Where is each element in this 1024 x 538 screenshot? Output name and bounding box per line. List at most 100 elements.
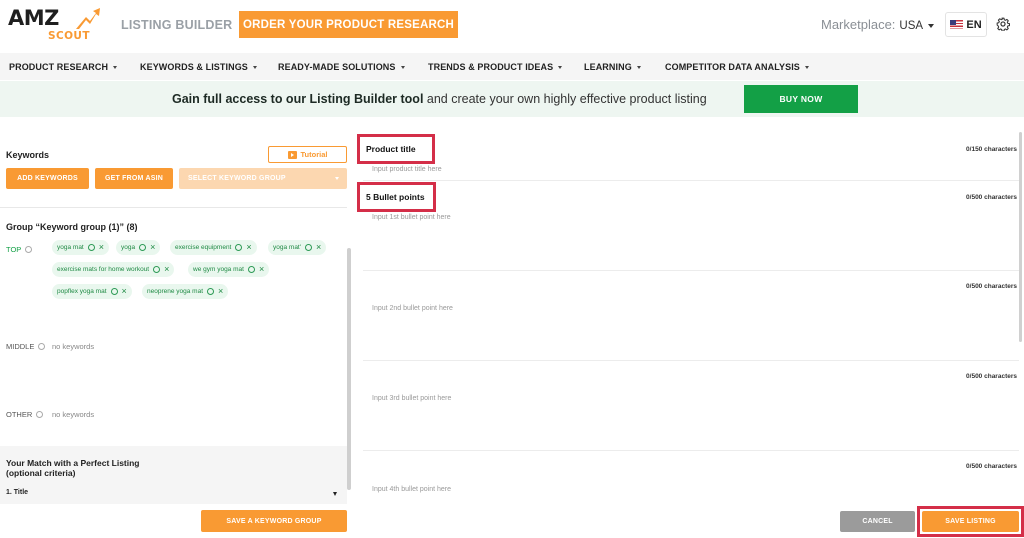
help-icon[interactable] — [247, 266, 255, 273]
us-flag-icon — [950, 20, 964, 29]
keyword-text: exercise mats for home workout — [57, 266, 150, 273]
match-criteria-select[interactable]: 1. Title — [6, 489, 28, 496]
divider — [0, 207, 347, 208]
remove-keyword-icon[interactable]: × — [99, 243, 104, 252]
help-icon[interactable] — [139, 244, 147, 251]
remove-keyword-icon[interactable]: × — [259, 265, 264, 274]
bullet-1-input[interactable]: Input 1st bullet point here — [372, 214, 451, 221]
help-icon[interactable] — [25, 246, 33, 253]
upgrade-banner: Gain full access to our Listing Builder … — [0, 81, 1024, 117]
top-header: AMZ SCOUT LISTING BUILDER ORDER YOUR PRO… — [0, 0, 1024, 52]
remove-keyword-icon[interactable]: × — [316, 243, 321, 252]
chevron-down-icon — [400, 65, 405, 69]
tutorial-label: Tutorial — [300, 150, 328, 159]
keyword-text: yoga — [121, 244, 136, 251]
amzscout-logo[interactable]: AMZ SCOUT — [8, 6, 108, 46]
marketplace-value: USA — [899, 20, 924, 32]
chevron-down-icon — [335, 177, 339, 180]
remove-keyword-icon[interactable]: × — [150, 243, 155, 252]
product-title-counter: 0/150 characters — [966, 146, 1017, 153]
chevron-down-icon — [252, 65, 257, 69]
banner-rest-text: and create your own highly effective pro… — [423, 92, 707, 106]
match-title-line2: (optional criteria) — [6, 468, 76, 478]
chevron-down-icon[interactable] — [333, 492, 337, 496]
middle-no-keywords: no keywords — [52, 342, 95, 351]
divider — [363, 180, 1019, 181]
match-title-line1: Your Match with a Perfect Listing — [6, 458, 140, 468]
bullet-2-input[interactable]: Input 2nd bullet point here — [372, 305, 453, 312]
nav-item-keywords-listings[interactable]: KEYWORDS & LISTINGS — [140, 62, 257, 72]
language-label: EN — [966, 18, 982, 31]
keyword-chip: yoga mat × — [52, 240, 110, 255]
left-scrollbar[interactable] — [347, 248, 351, 490]
banner-text: Gain full access to our Listing Builder … — [172, 92, 707, 106]
nav-label: LEARNING — [584, 61, 632, 72]
keywords-label: Keywords — [6, 150, 50, 160]
chevron-down-icon — [636, 65, 641, 69]
help-icon[interactable] — [207, 288, 215, 295]
remove-keyword-icon[interactable]: × — [218, 287, 223, 296]
help-icon[interactable] — [110, 288, 118, 295]
nav-item-learning[interactable]: LEARNING — [584, 62, 641, 72]
help-icon[interactable] — [153, 266, 161, 273]
bullet-4-counter: 0/500 characters — [966, 463, 1017, 470]
add-keywords-button[interactable]: ADD KEYWORDS — [6, 168, 89, 189]
divider — [363, 450, 1019, 451]
save-keyword-group-button[interactable]: SAVE A KEYWORD GROUP — [201, 510, 347, 532]
help-icon[interactable] — [36, 411, 44, 418]
remove-keyword-icon[interactable]: × — [122, 287, 127, 296]
nav-label: COMPETITOR DATA ANALYSIS — [665, 61, 800, 72]
bullet-1-counter: 0/500 characters — [966, 194, 1017, 201]
language-selector[interactable]: EN — [945, 12, 987, 37]
help-icon[interactable] — [235, 244, 243, 251]
keyword-group-select[interactable]: SELECT KEYWORD GROUP — [179, 168, 347, 189]
cancel-button[interactable]: CANCEL — [840, 511, 915, 532]
help-icon[interactable] — [87, 244, 95, 251]
bullet-4-input[interactable]: Input 4th bullet point here — [372, 486, 451, 493]
right-scrollbar[interactable] — [1019, 132, 1022, 342]
product-title-input[interactable]: Input product title here — [372, 166, 442, 173]
nav-item-product-research[interactable]: PRODUCT RESEARCH — [9, 61, 118, 72]
bullet-3-counter: 0/500 characters — [966, 373, 1017, 380]
nav-label: PRODUCT RESEARCH — [9, 61, 109, 72]
bullet-3-input[interactable]: Input 3rd bullet point here — [372, 395, 451, 402]
main-nav: PRODUCT RESEARCH KEYWORDS & LISTINGS REA… — [0, 53, 1024, 80]
marketplace-selector[interactable]: Marketplace: USA — [821, 17, 935, 32]
order-product-research-button[interactable]: ORDER YOUR PRODUCT RESEARCH — [239, 11, 458, 38]
nav-item-ready-made-solutions[interactable]: READY-MADE SOLUTIONS — [278, 62, 405, 72]
other-keywords-label: OTHER — [6, 410, 44, 419]
keyword-text: popflex yoga mat — [57, 288, 107, 295]
match-criteria-box: Your Match with a Perfect Listing (optio… — [0, 446, 347, 504]
banner-bold-text: Gain full access to our Listing Builder … — [172, 92, 424, 106]
gear-icon[interactable] — [996, 17, 1010, 31]
buy-now-button[interactable]: BUY NOW — [744, 85, 858, 113]
nav-label: TRENDS & PRODUCT IDEAS — [428, 61, 554, 72]
top-label-text: TOP — [6, 245, 22, 254]
bullet-2-counter: 0/500 characters — [966, 283, 1017, 290]
keyword-chip: neoprene yoga mat × — [142, 284, 229, 299]
chevron-down-icon — [928, 23, 935, 28]
keyword-chip: popflex yoga mat × — [52, 284, 132, 299]
logo-arrow-icon — [76, 8, 100, 29]
divider — [363, 360, 1019, 361]
keyword-text: we gym yoga mat — [193, 266, 244, 273]
marketplace-label: Marketplace: — [821, 17, 896, 32]
nav-label: READY-MADE SOLUTIONS — [278, 61, 396, 72]
help-icon[interactable] — [38, 343, 46, 350]
remove-keyword-icon[interactable]: × — [246, 243, 251, 252]
keyword-text: yoga mat' — [273, 244, 301, 251]
keyword-text: yoga mat — [57, 244, 84, 251]
middle-keywords-label: MIDDLE — [6, 342, 46, 351]
tutorial-button[interactable]: Tutorial — [268, 146, 347, 163]
nav-item-competitor-data-analysis[interactable]: COMPETITOR DATA ANALYSIS — [665, 62, 809, 72]
nav-item-trends-product-ideas[interactable]: TRENDS & PRODUCT IDEAS — [428, 61, 563, 72]
help-icon[interactable] — [304, 244, 312, 251]
app-title: LISTING BUILDER — [121, 18, 233, 32]
save-listing-button[interactable]: SAVE LISTING — [922, 511, 1019, 532]
other-no-keywords: no keywords — [52, 410, 95, 419]
keyword-chip: exercise equipment × — [170, 240, 257, 255]
remove-keyword-icon[interactable]: × — [164, 265, 169, 274]
product-title-label: Product title — [366, 144, 416, 154]
get-from-asin-button[interactable]: GET FROM ASIN — [95, 168, 173, 189]
match-title: Your Match with a Perfect Listing (optio… — [6, 458, 140, 478]
